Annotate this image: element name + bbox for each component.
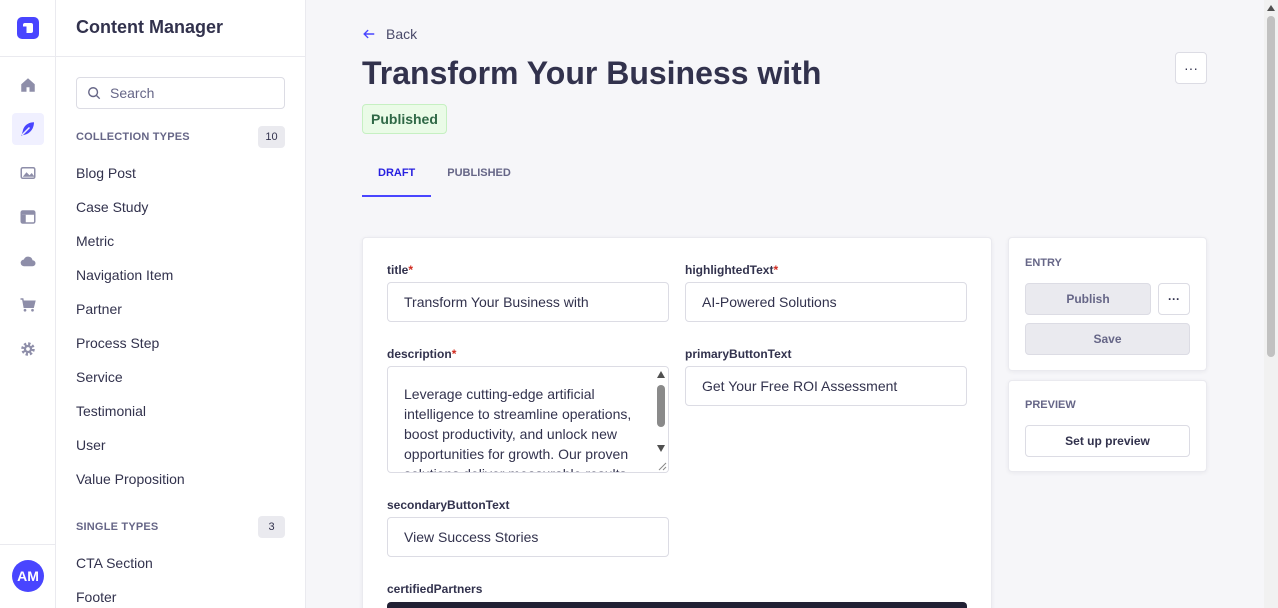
sidebar-item-metric[interactable]: Metric: [76, 233, 114, 249]
collection-types-count: 10: [258, 126, 285, 148]
page-title: Transform Your Business with: [362, 55, 822, 91]
resize-grip-icon[interactable]: [655, 459, 667, 471]
title-label-text: title: [387, 263, 409, 277]
sidebar-item-footer[interactable]: Footer: [76, 589, 116, 605]
sidebar-item-navigation-item[interactable]: Navigation Item: [76, 267, 173, 283]
description-text: Leverage cutting-edge artificial intelli…: [404, 386, 632, 472]
sidebar-item-blog-post[interactable]: Blog Post: [76, 165, 136, 181]
certified-partners-field[interactable]: [387, 602, 967, 608]
description-label-text: description: [387, 347, 452, 361]
sidebar-item-case-study[interactable]: Case Study: [76, 199, 148, 215]
preview-panel: PREVIEW Set up preview: [1008, 380, 1207, 472]
layout-icon[interactable]: [12, 201, 44, 233]
secondary-button-text-field[interactable]: View Success Stories: [387, 517, 669, 557]
strapi-logo-icon[interactable]: [17, 17, 39, 39]
back-link[interactable]: Back: [362, 26, 417, 42]
entry-more-button[interactable]: ···: [1158, 283, 1190, 315]
sidebar-item-value-proposition[interactable]: Value Proposition: [76, 471, 185, 487]
secondary-button-text-label: secondaryButtonText: [387, 498, 510, 512]
status-badge: Published: [362, 104, 447, 134]
certified-partners-label: certifiedPartners: [387, 582, 483, 596]
scroll-thumb[interactable]: [657, 385, 665, 427]
sidebar-item-service[interactable]: Service: [76, 369, 123, 385]
page-scroll-thumb[interactable]: [1267, 16, 1275, 357]
single-types-count: 3: [258, 516, 285, 538]
tab-draft[interactable]: DRAFT: [362, 150, 432, 197]
arrow-left-icon: [363, 29, 375, 39]
rail-divider-bottom: [0, 544, 56, 545]
collection-types-label: COLLECTION TYPES: [76, 131, 190, 143]
sidebar-item-partner[interactable]: Partner: [76, 301, 122, 317]
search-input[interactable]: [110, 85, 280, 101]
entry-panel: ENTRY Publish ··· Save: [1008, 237, 1207, 371]
tab-published[interactable]: PUBLISHED: [431, 150, 527, 196]
sidebar-title: Content Manager: [76, 17, 224, 37]
save-button[interactable]: Save: [1025, 323, 1190, 355]
required-mark: *: [773, 263, 779, 277]
cloud-icon[interactable]: [12, 245, 44, 277]
cart-icon[interactable]: [12, 289, 44, 321]
preview-label: PREVIEW: [1025, 399, 1076, 411]
sidebar-item-process-step[interactable]: Process Step: [76, 335, 159, 351]
entry-label: ENTRY: [1025, 257, 1062, 269]
primary-button-text-label: primaryButtonText: [685, 347, 792, 361]
required-mark: *: [408, 263, 414, 277]
back-label: Back: [386, 26, 418, 42]
highlighted-text-field-label: highlightedText*: [685, 263, 778, 277]
rail-divider: [0, 56, 56, 57]
primary-button-text-field[interactable]: Get Your Free ROI Assessment: [685, 366, 967, 406]
home-icon[interactable]: [12, 69, 44, 101]
image-icon[interactable]: [12, 157, 44, 189]
description-field-label: description*: [387, 347, 456, 361]
title-field-label: title*: [387, 263, 413, 277]
scroll-up-icon[interactable]: [1267, 5, 1275, 11]
page-scrollbar[interactable]: [1264, 0, 1278, 608]
set-up-preview-button[interactable]: Set up preview: [1025, 425, 1190, 457]
search-box[interactable]: [76, 77, 285, 109]
main-nav-rail: AM: [0, 0, 56, 608]
more-actions-button[interactable]: ···: [1175, 52, 1207, 84]
sidebar-divider: [56, 56, 305, 57]
description-textarea[interactable]: Leverage cutting-edge artificial intelli…: [387, 366, 669, 473]
single-types-label: SINGLE TYPES: [76, 521, 159, 533]
edit-form-card: title* Transform Your Business with high…: [362, 237, 992, 608]
scroll-up-icon[interactable]: [657, 371, 665, 378]
highlighted-text-field[interactable]: AI-Powered Solutions: [685, 282, 967, 322]
feather-icon[interactable]: [12, 113, 44, 145]
edit-view: Back Transform Your Business with ··· Pu…: [306, 0, 1264, 608]
title-field[interactable]: Transform Your Business with: [387, 282, 669, 322]
required-mark: *: [451, 347, 457, 361]
sidebar-item-testimonial[interactable]: Testimonial: [76, 403, 146, 419]
textarea-scrollbar[interactable]: [654, 367, 668, 472]
publish-button[interactable]: Publish: [1025, 283, 1151, 315]
sidebar-item-cta-section[interactable]: CTA Section: [76, 555, 153, 571]
gear-icon[interactable]: [12, 333, 44, 365]
single-types-header[interactable]: SINGLE TYPES 3: [76, 516, 285, 538]
scroll-down-icon[interactable]: [657, 445, 665, 452]
version-tabs: DRAFT PUBLISHED: [362, 150, 527, 198]
search-icon: [88, 87, 101, 100]
collection-types-header[interactable]: COLLECTION TYPES 10: [76, 126, 285, 148]
highlighted-label-text: highlightedText: [685, 263, 774, 277]
avatar[interactable]: AM: [12, 560, 44, 592]
content-manager-sidebar: Content Manager COLLECTION TYPES 10 Blog…: [56, 0, 306, 608]
sidebar-item-user[interactable]: User: [76, 437, 106, 453]
